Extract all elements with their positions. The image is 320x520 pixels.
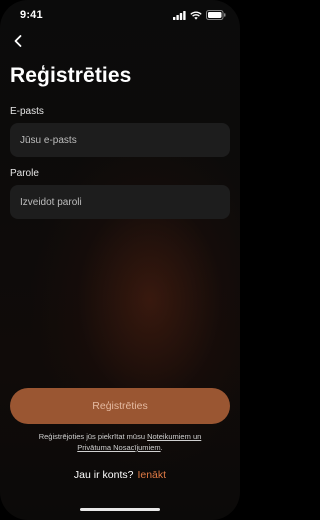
login-row: Jau ir konts? Ienākt bbox=[0, 469, 240, 481]
email-field[interactable]: Jūsu e-pasts bbox=[10, 123, 230, 157]
terms-text: Reģistrējoties jūs piekrītat mūsu Noteik… bbox=[14, 431, 226, 453]
screen: 9:41 Reģistrēties E-pasts Jūsu e-pasts P… bbox=[0, 0, 240, 520]
password-label: Parole bbox=[10, 168, 39, 179]
status-time: 9:41 bbox=[20, 9, 43, 21]
battery-icon bbox=[206, 10, 226, 20]
privacy-link[interactable]: Privātuma Nosacījumiem bbox=[77, 443, 160, 452]
wifi-icon bbox=[190, 11, 202, 20]
signal-icon bbox=[173, 10, 186, 20]
terms-link[interactable]: Noteikumiem un bbox=[147, 432, 201, 441]
status-bar: 9:41 bbox=[0, 0, 240, 30]
terms-suffix: . bbox=[160, 443, 163, 452]
home-indicator bbox=[80, 508, 160, 511]
back-arrow-icon[interactable] bbox=[10, 33, 26, 49]
password-field[interactable]: Izveidot paroli bbox=[10, 185, 230, 219]
register-button[interactable]: Reģistrēties bbox=[10, 388, 230, 424]
terms-prefix: Reģistrējoties jūs piekrītat mūsu bbox=[38, 432, 148, 441]
status-icons bbox=[173, 10, 226, 20]
email-label: E-pasts bbox=[10, 106, 44, 117]
login-prompt: Jau ir konts? bbox=[73, 469, 134, 481]
login-link[interactable]: Ienākt bbox=[137, 469, 166, 481]
page-title: Reģistrēties bbox=[10, 64, 132, 87]
